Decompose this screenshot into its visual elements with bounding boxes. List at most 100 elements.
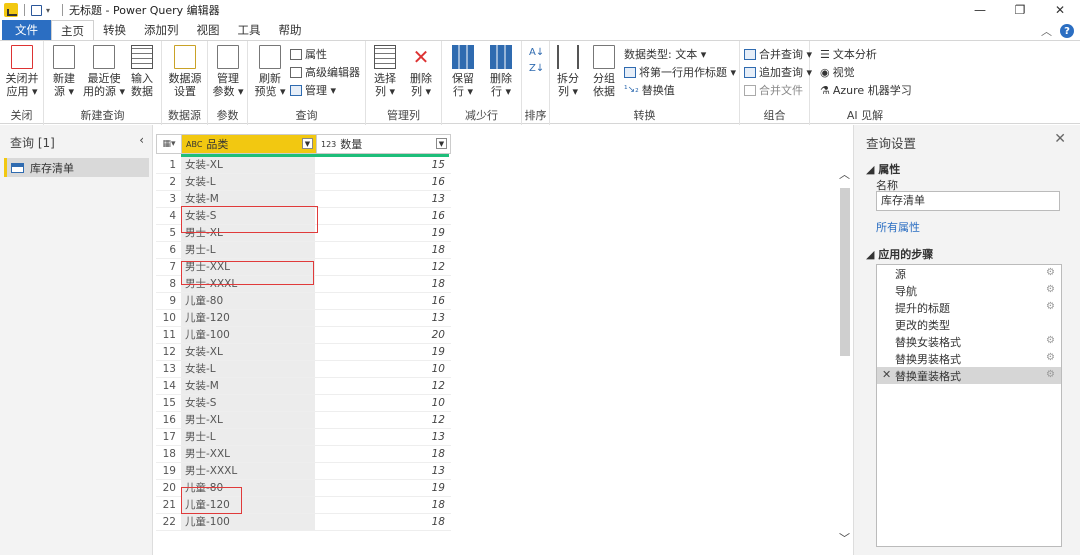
vertical-scrollbar[interactable]: ︿ ﹀	[838, 160, 852, 555]
category-cell[interactable]: 男士-XL	[181, 412, 315, 428]
table-row[interactable]: 1 女装-XL 15	[156, 157, 451, 174]
keep-rows-button[interactable]: 保留 行 ▾	[444, 45, 482, 98]
quantity-cell[interactable]: 18	[315, 276, 449, 292]
choose-columns-button[interactable]: 选择 列 ▾	[366, 45, 404, 98]
tab-view[interactable]: 视图	[188, 20, 229, 40]
scroll-thumb[interactable]	[840, 188, 850, 356]
quantity-cell[interactable]: 10	[315, 395, 449, 411]
category-cell[interactable]: 男士-L	[181, 429, 315, 445]
table-row[interactable]: 16 男士-XL 12	[156, 412, 451, 429]
quantity-cell[interactable]: 13	[315, 310, 449, 326]
quantity-cell[interactable]: 13	[315, 463, 449, 479]
manage-parameters-button[interactable]: 管理 参数 ▾	[208, 45, 248, 98]
table-row[interactable]: 2 女装-L 16	[156, 174, 451, 191]
table-row[interactable]: 14 女装-M 12	[156, 378, 451, 395]
step-item[interactable]: 替换女装格式 ⚙	[877, 333, 1061, 350]
tab-help[interactable]: 帮助	[270, 20, 311, 40]
step-item[interactable]: 更改的类型	[877, 316, 1061, 333]
category-cell[interactable]: 儿童-100	[181, 514, 315, 530]
table-row[interactable]: 9 儿童-80 16	[156, 293, 451, 310]
quantity-cell[interactable]: 19	[315, 480, 449, 496]
quantity-cell[interactable]: 12	[315, 378, 449, 394]
data-type-dropdown[interactable]: 数据类型: 文本 ▾	[624, 46, 706, 62]
close-apply-button[interactable]: 关闭并 应用 ▾	[2, 45, 42, 98]
step-item[interactable]: 导航 ⚙	[877, 282, 1061, 299]
azure-ml-button[interactable]: ⚗ Azure 机器学习	[820, 82, 912, 98]
table-row[interactable]: 10 儿童-120 13	[156, 310, 451, 327]
quantity-cell[interactable]: 18	[315, 242, 449, 258]
filter-dropdown-icon[interactable]: ▼	[302, 138, 313, 149]
vision-button[interactable]: ◉ 视觉	[820, 64, 855, 80]
use-first-row-headers-button[interactable]: 将第一行用作标题 ▾	[624, 64, 736, 80]
tab-transform[interactable]: 转换	[94, 20, 135, 40]
category-cell[interactable]: 女装-L	[181, 174, 315, 190]
enter-data-button[interactable]: 输入 数据	[124, 45, 160, 98]
tab-home[interactable]: 主页	[51, 20, 94, 40]
category-cell[interactable]: 男士-XXXL	[181, 463, 315, 479]
sort-ascending-icon[interactable]: A↓	[529, 47, 544, 58]
quantity-cell[interactable]: 13	[315, 429, 449, 445]
scroll-down-icon[interactable]: ﹀	[839, 530, 850, 546]
column-header-category[interactable]: ABC 品类 ▼	[182, 135, 316, 153]
category-cell[interactable]: 女装-L	[181, 361, 315, 377]
quantity-cell[interactable]: 18	[315, 497, 449, 513]
manage-button[interactable]: 管理 ▾	[290, 82, 336, 98]
quantity-cell[interactable]: 12	[315, 259, 449, 275]
properties-section[interactable]: ◢ 属性	[866, 161, 900, 177]
category-cell[interactable]: 儿童-80	[181, 293, 315, 309]
category-cell[interactable]: 女装-XL	[181, 157, 315, 173]
close-icon[interactable]: ✕	[1040, 0, 1080, 20]
table-row[interactable]: 22 儿童-100 18	[156, 514, 451, 531]
category-cell[interactable]: 女装-M	[181, 378, 315, 394]
close-icon[interactable]: ✕	[1054, 131, 1066, 147]
category-cell[interactable]: 男士-L	[181, 242, 315, 258]
table-row[interactable]: 18 男士-XXL 18	[156, 446, 451, 463]
filter-dropdown-icon[interactable]: ▼	[436, 138, 447, 149]
gear-icon[interactable]: ⚙	[1046, 301, 1055, 312]
recent-sources-button[interactable]: 最近使 用的源 ▾	[82, 45, 126, 98]
step-item[interactable]: 替换男装格式 ⚙	[877, 350, 1061, 367]
step-item[interactable]: 源 ⚙	[877, 265, 1061, 282]
table-row[interactable]: 6 男士-L 18	[156, 242, 451, 259]
quantity-cell[interactable]: 19	[315, 225, 449, 241]
all-properties-link[interactable]: 所有属性	[876, 219, 920, 235]
collapse-ribbon-icon[interactable]: ︿	[1041, 23, 1052, 39]
quantity-cell[interactable]: 13	[315, 191, 449, 207]
remove-rows-button[interactable]: 删除 行 ▾	[482, 45, 520, 98]
quantity-cell[interactable]: 16	[315, 293, 449, 309]
save-icon[interactable]	[31, 4, 42, 16]
combine-files-button[interactable]: 合并文件	[744, 82, 803, 98]
quantity-cell[interactable]: 16	[315, 208, 449, 224]
quick-access-dropdown-icon[interactable]: ▾	[46, 6, 50, 15]
restore-icon[interactable]: ❐	[1000, 0, 1040, 20]
table-row[interactable]: 15 女装-S 10	[156, 395, 451, 412]
query-name-input[interactable]: 库存清单	[876, 191, 1060, 211]
collapse-pane-icon[interactable]: ‹	[139, 133, 144, 147]
data-source-settings-button[interactable]: 数据源 设置	[165, 45, 205, 98]
delete-step-icon[interactable]: ✕	[882, 368, 891, 381]
sort-descending-icon[interactable]: Z↓	[529, 63, 544, 74]
quantity-cell[interactable]: 12	[315, 412, 449, 428]
step-item[interactable]: 提升的标题 ⚙	[877, 299, 1061, 316]
append-queries-button[interactable]: 追加查询 ▾	[744, 64, 812, 80]
split-column-button[interactable]: 拆分 列 ▾	[550, 45, 586, 98]
quantity-cell[interactable]: 18	[315, 446, 449, 462]
text-analytics-button[interactable]: ☰ 文本分析	[820, 46, 877, 62]
quantity-cell[interactable]: 20	[315, 327, 449, 343]
category-cell[interactable]: 儿童-100	[181, 327, 315, 343]
gear-icon[interactable]: ⚙	[1046, 352, 1055, 363]
quantity-cell[interactable]: 18	[315, 514, 449, 530]
tab-file[interactable]: 文件	[2, 20, 51, 40]
replace-values-button[interactable]: ¹↘₂ 替换值	[624, 82, 675, 98]
number-type-icon[interactable]: 123	[321, 140, 336, 149]
category-cell[interactable]: 女装-S	[181, 395, 315, 411]
minimize-icon[interactable]: —	[960, 0, 1000, 20]
refresh-preview-button[interactable]: 刷新 预览 ▾	[252, 45, 288, 98]
step-item-selected[interactable]: ✕ 替换童装格式 ⚙	[877, 367, 1061, 384]
table-row[interactable]: 12 女装-XL 19	[156, 344, 451, 361]
advanced-editor-button[interactable]: 高级编辑器	[290, 64, 360, 80]
text-type-icon[interactable]: ABC	[186, 140, 202, 149]
properties-button[interactable]: 属性	[290, 46, 327, 62]
gear-icon[interactable]: ⚙	[1046, 335, 1055, 346]
query-item[interactable]: 库存清单	[4, 158, 149, 177]
